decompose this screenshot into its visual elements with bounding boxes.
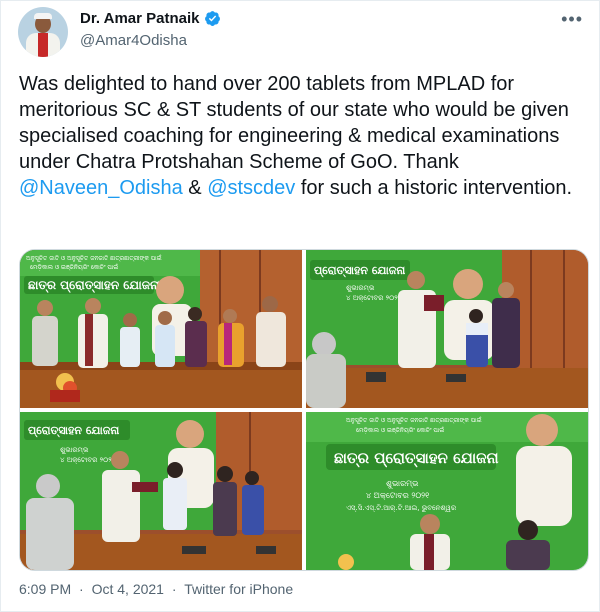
photo-group[interactable]: ଅନୁସୂଚିତ ଜାତି ଓ ଅନୁସୂଚିତ ଜନଜାତି ଛାତ୍ରଛାତ…	[20, 250, 302, 408]
banner-title: ଛାତ୍ର ପ୍ରୋତ୍ସାହନ ଯୋଜନା	[28, 278, 160, 293]
banner-line: ୪ ଅକ୍ଟୋବର ୨୦୨୧	[346, 294, 402, 302]
author-handle[interactable]: @Amar4Odisha	[80, 32, 187, 49]
banner-title: ପ୍ରୋତ୍ସାହନ ଯୋଜନା	[314, 264, 405, 278]
media-grid: ଅନୁସୂଚିତ ଜାତି ଓ ଅନୁସୂଚିତ ଜନଜାତି ଛାତ୍ରଛାତ…	[19, 249, 589, 571]
banner-line: ଏସ୍.ସି.ଏସ୍.ଟି.ଆର୍.ଟି.ଆଇ, ଭୁବନେଶ୍ୱର	[346, 504, 457, 513]
banner-top-line: ଅନୁସୂଚିତ ଜାତି ଓ ଅନୁସୂଚିତ ଜନଜାତି ଛାତ୍ରଛାତ…	[26, 254, 162, 262]
meta-separator: ·	[171, 581, 177, 597]
author-row: Dr. Amar Patnaik	[80, 10, 221, 27]
tweet-date[interactable]: Oct 4, 2021	[92, 581, 164, 597]
avatar[interactable]	[18, 7, 68, 57]
banner-line: ୪ ଅକ୍ଟୋବର ୨୦୨୧	[366, 491, 429, 500]
banner-top-line: ମେଡ଼ିକାଲ ଓ ଇଞ୍ଜିନିୟରିଂ କୋଚିଂ ପାଇଁ	[356, 426, 444, 434]
banner-top-line: ଅନୁସୂଚିତ ଜାତି ଓ ଅନୁସୂଚିତ ଜନଜାତି ଛାତ୍ରଛାତ…	[346, 416, 482, 424]
author-name[interactable]: Dr. Amar Patnaik	[80, 10, 200, 27]
photo-tablet-handover[interactable]: ପ୍ରୋତ୍ସାହନ ଯୋଜନା ଶୁଭାରମ୍ଭ ୪ ଅକ୍ଟୋବର ୨୦୨୧	[20, 412, 302, 570]
photo-handover[interactable]: ପ୍ରୋତ୍ସାହନ ଯୋଜନା ଶୁଭାରମ୍ଭ ୪ ଅକ୍ଟୋବର ୨୦୨୧	[306, 250, 588, 408]
banner-line: ଶୁଭାରମ୍ଭ	[346, 284, 375, 292]
meta-separator: ·	[79, 581, 84, 597]
banner-line: ଶୁଭାରମ୍ଭ	[386, 479, 419, 489]
mention-stscdev[interactable]: @stscdev	[207, 177, 295, 199]
tweet-source[interactable]: Twitter for iPhone	[184, 581, 293, 597]
tweet-card: Dr. Amar Patnaik @Amar4Odisha ••• Was de…	[0, 0, 600, 612]
tweet-text-part: for such a historic intervention.	[295, 177, 573, 199]
banner-title: ପ୍ରୋତ୍ସାହନ ଯୋଜନା	[28, 424, 119, 438]
tweet-text: Was delighted to hand over 200 tablets f…	[19, 71, 585, 201]
banner-top-line: ମେଡ଼ିକାଲ ଓ ଇଞ୍ଜିନିୟରିଂ କୋଚିଂ ପାଇଁ	[30, 263, 118, 271]
tweet-text-part: &	[182, 177, 208, 199]
photo-banner-closeup[interactable]: ଅନୁସୂଚିତ ଜାତି ଓ ଅନୁସୂଚିତ ଜନଜାତି ଛାତ୍ରଛାତ…	[306, 412, 588, 570]
tweet-time[interactable]: 6:09 PM	[19, 581, 71, 597]
mention-naveen-odisha[interactable]: @Naveen_Odisha	[19, 177, 183, 199]
banner-line: ୪ ଅକ୍ଟୋବର ୨୦୨୧	[60, 456, 116, 464]
tweet-meta: 6:09 PM · Oct 4, 2021 · Twitter for iPho…	[19, 581, 293, 597]
banner-title: ଛାତ୍ର ପ୍ରୋତ୍ସାହନ ଯୋଜନା	[334, 449, 499, 468]
banner-line: ଶୁଭାରମ୍ଭ	[60, 446, 89, 454]
tweet-text-part: Was delighted to hand over 200 tablets f…	[19, 73, 569, 173]
verified-badge-icon	[204, 11, 220, 26]
more-dots-icon[interactable]: •••	[561, 9, 583, 30]
